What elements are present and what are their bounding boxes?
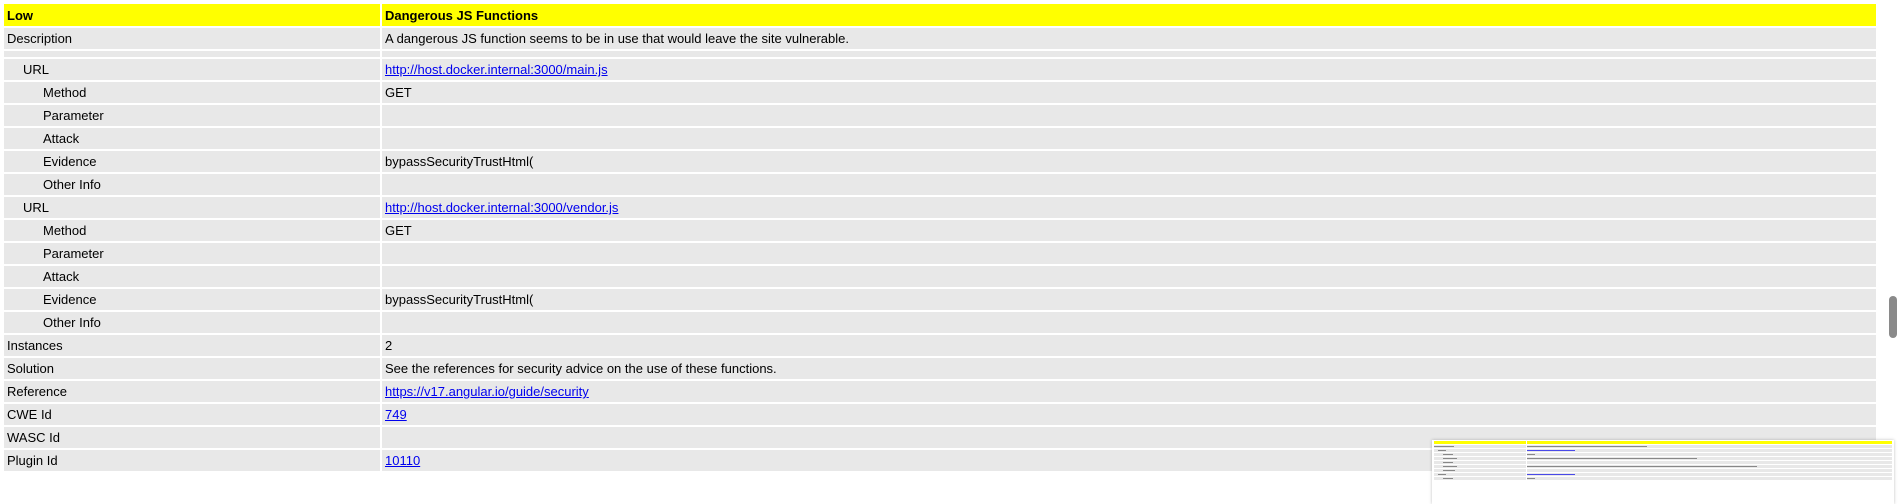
alert-header-row: Low Dangerous JS Functions: [4, 4, 1876, 26]
cwe-label: CWE Id: [4, 404, 380, 425]
evidence-value: bypassSecurityTrustHtml(: [382, 151, 1876, 172]
description-label: Description: [4, 28, 380, 49]
cwe-value-cell: 749: [382, 404, 1876, 425]
page-minimap[interactable]: [1432, 440, 1894, 504]
evidence-row: Evidence bypassSecurityTrustHtml(: [4, 151, 1876, 172]
evidence-row: Evidence bypassSecurityTrustHtml(: [4, 289, 1876, 310]
attack-value: [382, 266, 1876, 287]
parameter-label: Parameter: [4, 105, 380, 126]
spacer-cell: [4, 51, 380, 57]
cwe-link[interactable]: 749: [385, 407, 407, 422]
description-row: Description A dangerous JS function seem…: [4, 28, 1876, 49]
plugin-link[interactable]: 10110: [385, 453, 420, 468]
attack-value: [382, 128, 1876, 149]
reference-row: Reference https://v17.angular.io/guide/s…: [4, 381, 1876, 402]
reference-link[interactable]: https://v17.angular.io/guide/security: [385, 384, 589, 399]
method-row: Method GET: [4, 82, 1876, 103]
evidence-label: Evidence: [4, 289, 380, 310]
minimap-row: [1434, 469, 1892, 472]
instance-url-row: URL http://host.docker.internal:3000/mai…: [4, 59, 1876, 80]
reference-value-cell: https://v17.angular.io/guide/security: [382, 381, 1876, 402]
cwe-row: CWE Id 749: [4, 404, 1876, 425]
attack-label: Attack: [4, 266, 380, 287]
attack-row: Attack: [4, 128, 1876, 149]
minimap-row: [1434, 445, 1892, 448]
other-info-row: Other Info: [4, 312, 1876, 333]
alert-name: Dangerous JS Functions: [382, 4, 1876, 26]
minimap-row: [1434, 453, 1892, 456]
other-info-label: Other Info: [4, 312, 380, 333]
minimap-row: [1434, 449, 1892, 452]
parameter-label: Parameter: [4, 243, 380, 264]
parameter-value: [382, 105, 1876, 126]
alert-details-table: Low Dangerous JS Functions Description A…: [4, 4, 1876, 473]
instances-row: Instances 2: [4, 335, 1876, 356]
method-label: Method: [4, 82, 380, 103]
risk-level: Low: [4, 4, 380, 26]
spacer-cell: [382, 51, 1876, 57]
attack-row: Attack: [4, 266, 1876, 287]
solution-label: Solution: [4, 358, 380, 379]
instances-label: Instances: [4, 335, 380, 356]
parameter-row: Parameter: [4, 105, 1876, 126]
parameter-row: Parameter: [4, 243, 1876, 264]
minimap-row: [1434, 461, 1892, 464]
instance-url-row: URL http://host.docker.internal:3000/ven…: [4, 197, 1876, 218]
other-info-row: Other Info: [4, 174, 1876, 195]
reference-label: Reference: [4, 381, 380, 402]
parameter-value: [382, 243, 1876, 264]
url-label: URL: [4, 59, 380, 80]
instance-url-link[interactable]: http://host.docker.internal:3000/vendor.…: [385, 200, 618, 215]
scrollbar-thumb[interactable]: [1889, 296, 1897, 338]
url-value-cell: http://host.docker.internal:3000/main.js: [382, 59, 1876, 80]
url-value-cell: http://host.docker.internal:3000/vendor.…: [382, 197, 1876, 218]
method-row: Method GET: [4, 220, 1876, 241]
url-label: URL: [4, 197, 380, 218]
minimap-row: [1434, 465, 1892, 468]
instances-value: 2: [382, 335, 1876, 356]
minimap-row: [1434, 457, 1892, 460]
method-value: GET: [382, 220, 1876, 241]
attack-label: Attack: [4, 128, 380, 149]
solution-value: See the references for security advice o…: [382, 358, 1876, 379]
plugin-label: Plugin Id: [4, 450, 380, 471]
minimap-row: [1434, 477, 1892, 480]
other-info-label: Other Info: [4, 174, 380, 195]
instance-url-link[interactable]: http://host.docker.internal:3000/main.js: [385, 62, 608, 77]
method-label: Method: [4, 220, 380, 241]
description-value: A dangerous JS function seems to be in u…: [382, 28, 1876, 49]
wasc-label: WASC Id: [4, 427, 380, 448]
minimap-row: [1434, 441, 1892, 444]
evidence-value: bypassSecurityTrustHtml(: [382, 289, 1876, 310]
evidence-label: Evidence: [4, 151, 380, 172]
other-info-value: [382, 174, 1876, 195]
other-info-value: [382, 312, 1876, 333]
minimap-row: [1434, 473, 1892, 476]
method-value: GET: [382, 82, 1876, 103]
spacer-row: [4, 51, 1876, 57]
solution-row: Solution See the references for security…: [4, 358, 1876, 379]
